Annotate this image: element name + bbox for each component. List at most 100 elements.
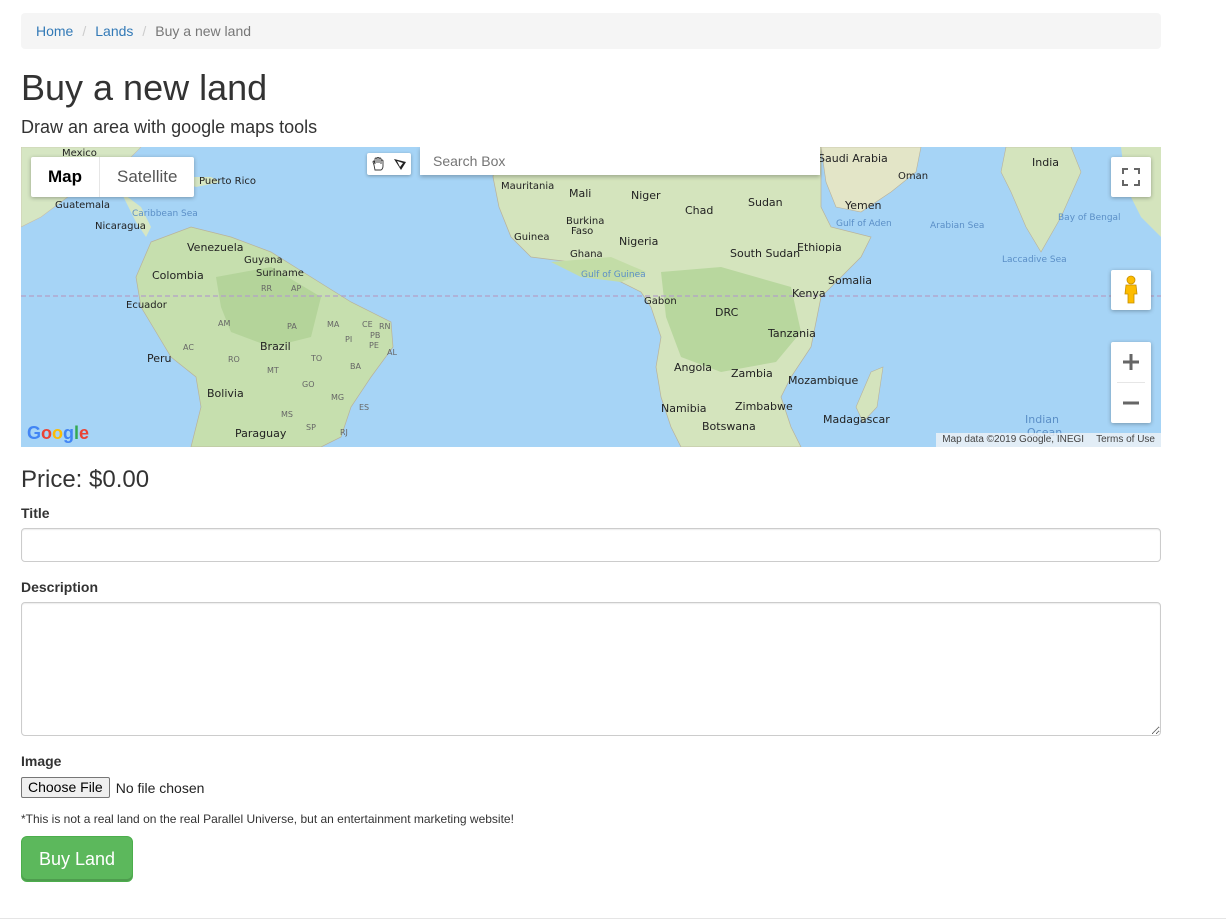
place-label: Tanzania: [768, 327, 816, 340]
place-label: Venezuela: [187, 241, 244, 254]
state-label: CE: [362, 320, 373, 329]
state-label: MA: [327, 320, 340, 329]
plus-icon: [1123, 354, 1139, 370]
state-label: PA: [287, 322, 297, 331]
map-type-control: Map Satellite: [31, 157, 195, 197]
breadcrumb-lands-link[interactable]: Lands: [95, 23, 133, 39]
place-label: Peru: [147, 352, 172, 365]
place-label: Oman: [898, 171, 929, 182]
place-label: Brazil: [260, 340, 291, 353]
minus-icon: [1123, 401, 1139, 405]
fullscreen-icon: [1122, 168, 1140, 186]
place-label: Nicaragua: [95, 221, 146, 232]
place-label: Faso: [571, 226, 594, 237]
polygon-draw-icon[interactable]: [389, 153, 411, 175]
map-search-input[interactable]: [420, 147, 820, 175]
footer-divider: [0, 918, 1226, 919]
state-label: AL: [387, 348, 397, 357]
place-label: Guatemala: [55, 200, 111, 211]
state-label: BA: [350, 362, 361, 371]
google-logo[interactable]: Google: [27, 423, 89, 444]
state-label: RR: [261, 284, 273, 293]
place-label: Ecuador: [126, 300, 167, 311]
description-textarea[interactable]: [21, 602, 1161, 736]
zoom-out-button[interactable]: [1111, 383, 1151, 423]
place-label: Saudi Arabia: [818, 152, 888, 165]
zoom-in-button[interactable]: [1111, 342, 1151, 382]
place-label: Ethiopia: [797, 241, 842, 254]
place-label: Mozambique: [788, 374, 859, 387]
place-label: Suriname: [256, 268, 304, 279]
state-label: RN: [379, 322, 391, 331]
map-data-text: Map data ©2019 Google, INEGI: [942, 434, 1085, 445]
sea-label: Laccadive Sea: [1002, 255, 1067, 265]
sea-label: Gulf of Guinea: [581, 270, 646, 280]
state-label: PE: [369, 341, 379, 350]
state-label: SP: [306, 423, 316, 432]
place-label: Sudan: [748, 196, 783, 209]
place-label: Guinea: [514, 232, 550, 243]
place-label: Namibia: [661, 402, 707, 415]
state-label: GO: [302, 380, 315, 389]
place-label: Angola: [674, 361, 713, 374]
sea-label: Gulf of Aden: [836, 219, 892, 229]
place-label: Mauritania: [501, 181, 555, 192]
place-label: Ghana: [570, 249, 603, 260]
breadcrumb-home-link[interactable]: Home: [36, 23, 73, 39]
place-label: South Sudan: [730, 247, 801, 260]
sea-label: Indian: [1025, 413, 1059, 426]
place-label: Gabon: [644, 296, 677, 307]
file-status-text: No file chosen: [115, 779, 205, 796]
terms-of-use-link[interactable]: Terms of Use: [1090, 433, 1161, 447]
place-label: Zimbabwe: [735, 400, 793, 413]
pegman-icon: [1124, 275, 1138, 304]
place-label: Puerto Rico: [199, 176, 257, 187]
place-label: Kenya: [792, 287, 826, 300]
state-label: AM: [218, 319, 231, 328]
buy-land-button[interactable]: Buy Land: [21, 836, 133, 882]
place-label: Colombia: [152, 269, 204, 282]
image-label: Image: [21, 753, 62, 769]
drawing-toolbar: [367, 153, 411, 175]
place-label: Chad: [685, 204, 714, 217]
state-label: RJ: [340, 428, 348, 437]
map-attribution: Map data ©2019 Google, INEGI Terms of Us…: [936, 433, 1161, 447]
state-label: RO: [228, 355, 240, 364]
breadcrumb: Home / Lands / Buy a new land: [21, 13, 1161, 49]
file-input: Choose File No file chosen: [21, 777, 204, 798]
state-label: MT: [267, 366, 279, 375]
breadcrumb-current: Buy a new land: [155, 23, 252, 39]
state-label: PB: [370, 331, 381, 340]
state-label: MS: [281, 410, 293, 419]
choose-file-button[interactable]: Choose File: [21, 777, 110, 798]
state-label: AP: [291, 284, 302, 293]
place-label: Somalia: [828, 274, 873, 287]
place-label: DRC: [715, 306, 739, 319]
breadcrumb-separator: /: [82, 23, 87, 39]
price-label: Price: $0.00: [21, 466, 150, 493]
state-label: PI: [345, 335, 353, 344]
fullscreen-button[interactable]: [1111, 157, 1151, 197]
google-map[interactable]: Mexico Puerto Rico Guatemala Nicaragua C…: [21, 147, 1161, 447]
page-subtitle: Draw an area with google maps tools: [21, 117, 318, 137]
state-label: TO: [311, 354, 323, 363]
state-label: MG: [331, 393, 345, 402]
pan-hand-icon[interactable]: [367, 153, 389, 175]
title-label: Title: [21, 505, 50, 521]
title-input[interactable]: [21, 528, 1161, 562]
place-label: Niger: [631, 189, 661, 202]
disclaimer-text: *This is not a real land on the real Par…: [21, 812, 514, 826]
place-label: Nigeria: [619, 235, 659, 248]
map-type-satellite-button[interactable]: Satellite: [100, 157, 194, 197]
place-label: Bolivia: [207, 387, 244, 400]
page-container: Home / Lands / Buy a new land Buy a new …: [21, 13, 1161, 882]
description-label: Description: [21, 579, 99, 595]
place-label: Yemen: [845, 199, 882, 212]
map-type-map-button[interactable]: Map: [31, 157, 100, 197]
place-label: Zambia: [731, 367, 773, 380]
place-label: Botswana: [702, 420, 756, 433]
street-view-pegman[interactable]: [1111, 270, 1151, 310]
place-label: India: [1032, 156, 1059, 169]
zoom-control: [1111, 342, 1151, 423]
place-label: Guyana: [244, 255, 283, 266]
